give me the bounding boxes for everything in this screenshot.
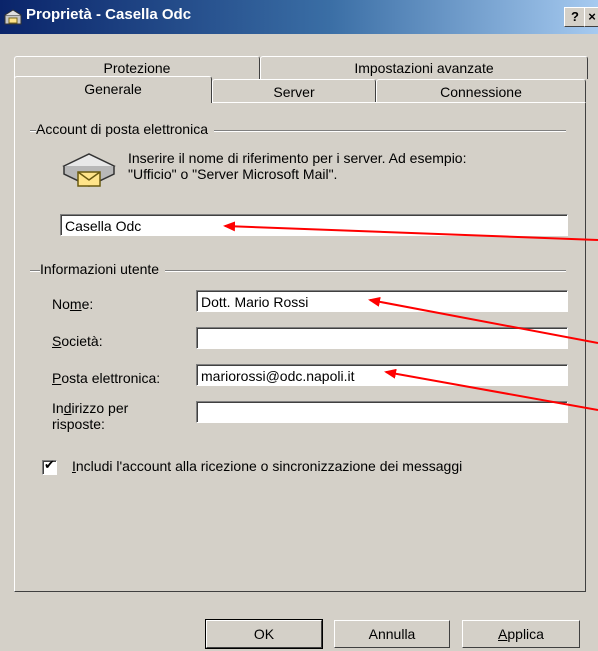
properties-dialog: Proprietà - Casella Odc ? × Protezione I… [0,0,598,651]
annotation-arrow-name [368,296,598,344]
annotation-arrow-email [384,368,598,411]
tab-generale[interactable]: Generale [14,76,212,103]
annotation-arrow-account-name [223,221,598,241]
